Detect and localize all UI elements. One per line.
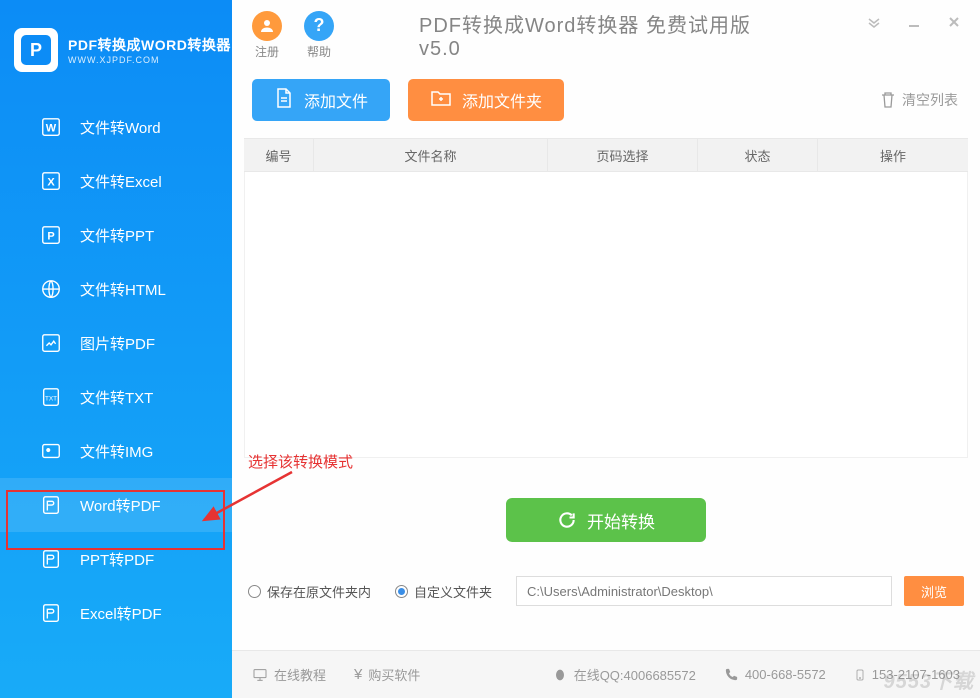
start-convert-button[interactable]: 开始转换 — [506, 498, 706, 542]
sidebar-item-file-to-ppt[interactable]: P 文件转PPT — [0, 208, 232, 262]
sidebar-item-file-to-excel[interactable]: X 文件转Excel — [0, 154, 232, 208]
img-icon — [40, 440, 62, 462]
browse-button[interactable]: 浏览 — [904, 576, 964, 606]
file-list[interactable] — [244, 172, 968, 458]
header: 注册 ? 帮助 PDF转换成Word转换器 免费试用版 v5.0 — [232, 0, 980, 70]
radio-save-custom[interactable]: 自定义文件夹 — [395, 582, 492, 601]
image-pdf-icon — [40, 332, 62, 354]
sidebar-item-label: Excel转PDF — [80, 603, 162, 624]
sidebar-item-file-to-txt[interactable]: TXT 文件转TXT — [0, 370, 232, 424]
sidebar-item-ppt-to-pdf[interactable]: PPT转PDF — [0, 532, 232, 586]
mobile-icon — [854, 667, 866, 683]
mobile-contact[interactable]: 153-2107-1603 — [854, 667, 960, 683]
toolbar: 添加文件 添加文件夹 清空列表 — [232, 70, 980, 130]
refresh-icon — [557, 510, 577, 530]
clear-list-button[interactable]: 清空列表 — [880, 90, 958, 110]
register-button[interactable]: 注册 — [252, 11, 282, 60]
radio-save-original[interactable]: 保存在原文件夹内 — [248, 582, 371, 601]
question-icon: ? — [304, 11, 334, 41]
buy-software-link[interactable]: ¥ 购买软件 — [354, 665, 420, 684]
sidebar-item-label: 文件转Excel — [80, 171, 162, 192]
sidebar-item-label: Word转PDF — [80, 495, 161, 516]
col-status: 状态 — [698, 139, 818, 171]
pdf-icon — [40, 494, 62, 516]
qq-contact[interactable]: 在线QQ:4006685572 — [552, 665, 696, 684]
logo-subtitle: WWW.XJPDF.COM — [68, 55, 231, 65]
sidebar-item-file-to-word[interactable]: W 文件转Word — [0, 100, 232, 154]
app-title: PDF转换成Word转换器 免费试用版 v5.0 — [419, 9, 793, 61]
sidebar-item-word-to-pdf[interactable]: Word转PDF — [0, 478, 232, 532]
col-filename: 文件名称 — [314, 139, 548, 171]
svg-text:TXT: TXT — [45, 396, 57, 403]
word-icon: W — [40, 116, 62, 138]
user-icon — [252, 11, 282, 41]
logo-title: PDF转换成WORD转换器 — [68, 35, 231, 55]
yen-icon: ¥ — [354, 666, 362, 683]
main-panel: 注册 ? 帮助 PDF转换成Word转换器 免费试用版 v5.0 添加文件 添加… — [232, 0, 980, 698]
add-file-button[interactable]: 添加文件 — [252, 79, 390, 121]
online-tutorial-link[interactable]: 在线教程 — [252, 665, 326, 684]
add-folder-button[interactable]: 添加文件夹 — [408, 79, 564, 121]
qq-icon — [552, 667, 568, 683]
pdf-icon — [40, 602, 62, 624]
table-header: 编号 文件名称 页码选择 状态 操作 — [244, 138, 968, 172]
svg-text:W: W — [46, 123, 57, 135]
sidebar-item-label: 文件转Word — [80, 117, 161, 138]
annotation-text: 选择该转换模式 — [248, 451, 353, 472]
svg-text:X: X — [47, 177, 55, 189]
help-button[interactable]: ? 帮助 — [304, 11, 334, 60]
sidebar-item-label: PPT转PDF — [80, 549, 154, 570]
phone-contact[interactable]: 400-668-5572 — [724, 667, 826, 682]
sidebar-item-label: 文件转HTML — [80, 279, 166, 300]
col-number: 编号 — [244, 139, 314, 171]
sidebar: P PDF转换成WORD转换器 WWW.XJPDF.COM W 文件转Word … — [0, 0, 232, 698]
sidebar-item-file-to-html[interactable]: 文件转HTML — [0, 262, 232, 316]
phone-icon — [724, 667, 739, 682]
txt-icon: TXT — [40, 386, 62, 408]
dropdown-icon[interactable] — [866, 14, 882, 30]
minimize-button[interactable] — [906, 14, 922, 30]
output-path-input[interactable] — [516, 576, 892, 606]
file-icon — [274, 87, 294, 114]
radio-icon — [395, 585, 408, 598]
sidebar-item-image-to-pdf[interactable]: 图片转PDF — [0, 316, 232, 370]
sidebar-item-file-to-img[interactable]: 文件转IMG — [0, 424, 232, 478]
sidebar-item-label: 文件转PPT — [80, 225, 154, 246]
monitor-icon — [252, 667, 268, 683]
ppt-icon: P — [40, 224, 62, 246]
radio-icon — [248, 585, 261, 598]
app-logo: P PDF转换成WORD转换器 WWW.XJPDF.COM — [0, 0, 232, 100]
html-icon — [40, 278, 62, 300]
logo-icon: P — [14, 28, 58, 72]
sidebar-item-label: 文件转IMG — [80, 441, 153, 462]
col-action: 操作 — [818, 139, 968, 171]
save-options: 保存在原文件夹内 自定义文件夹 浏览 — [248, 576, 964, 606]
trash-icon — [880, 91, 896, 109]
close-button[interactable] — [946, 14, 962, 30]
sidebar-item-excel-to-pdf[interactable]: Excel转PDF — [0, 586, 232, 640]
folder-icon — [430, 88, 452, 113]
sidebar-item-label: 文件转TXT — [80, 387, 153, 408]
excel-icon: X — [40, 170, 62, 192]
sidebar-item-label: 图片转PDF — [80, 333, 155, 354]
col-pages: 页码选择 — [548, 139, 698, 171]
svg-text:P: P — [47, 231, 54, 243]
pdf-icon — [40, 548, 62, 570]
footer: 在线教程 ¥ 购买软件 在线QQ:4006685572 400-668-5572… — [232, 650, 980, 698]
